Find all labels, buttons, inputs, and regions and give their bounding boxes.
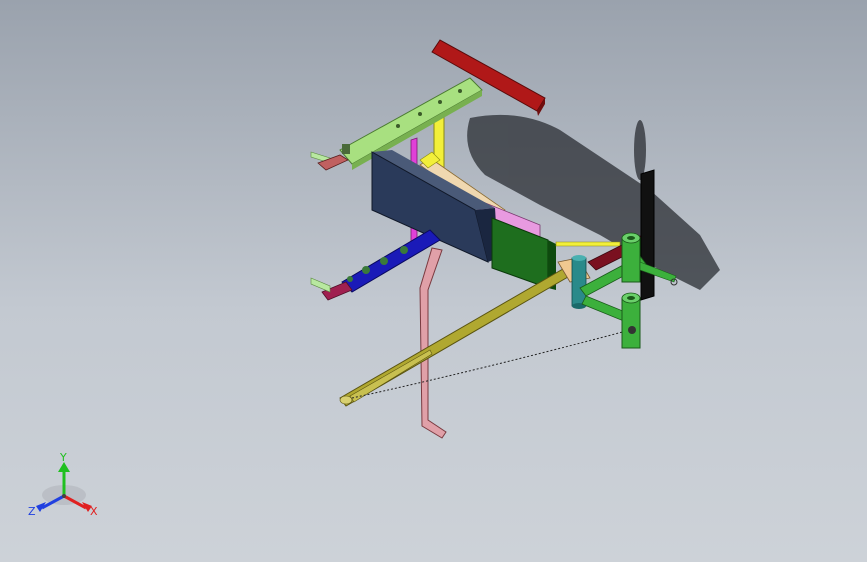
cad-viewport[interactable]: Y X Z [0, 0, 867, 562]
z-axis-label: Z [28, 505, 36, 518]
coordinate-triad: Y X Z [28, 451, 98, 518]
y-axis-label: Y [59, 451, 67, 464]
x-axis-label: X [90, 505, 98, 518]
